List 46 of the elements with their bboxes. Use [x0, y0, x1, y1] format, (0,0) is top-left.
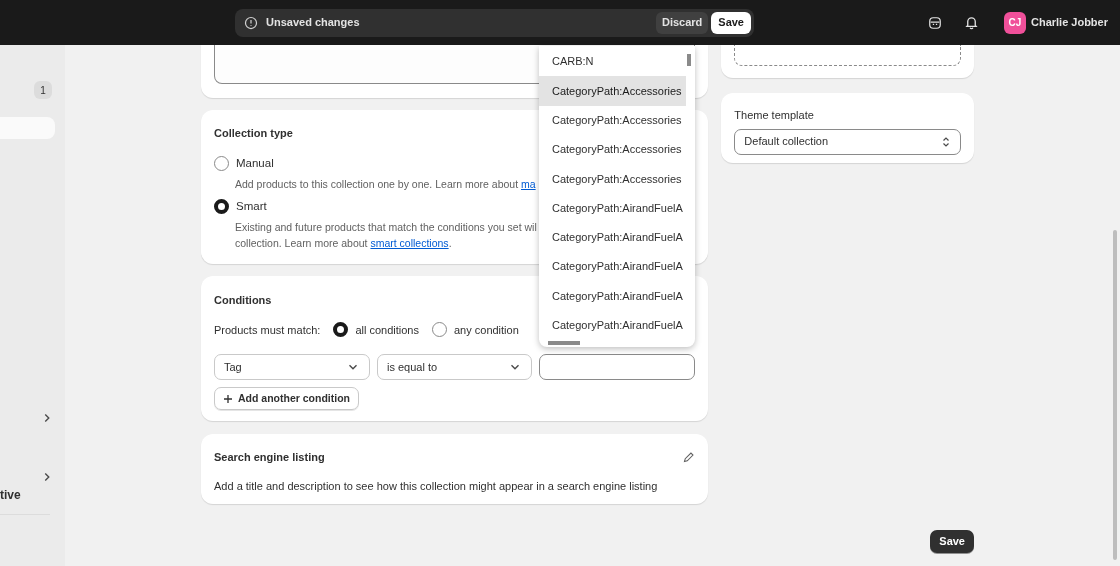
- unsaved-changes-label: Unsaved changes: [266, 15, 360, 31]
- radio-label[interactable]: any condition: [453, 321, 519, 338]
- media-drop-zone[interactable]: [734, 45, 961, 66]
- store-icon[interactable]: [927, 15, 942, 30]
- radio-button[interactable]: [431, 322, 447, 338]
- plus-icon: [223, 393, 233, 404]
- alert-icon: [244, 15, 258, 30]
- card-title: Conditions: [214, 293, 272, 308]
- discard-button[interactable]: Discard: [655, 11, 709, 34]
- radio-label[interactable]: Manual: [236, 154, 274, 172]
- match-label: Products must match:: [214, 322, 321, 338]
- option-description: Existing and future products that match the conditions you set wil collection. Learn more about smart collections.: [235, 220, 537, 251]
- field-label: Theme template: [734, 108, 815, 123]
- sidebar-item-label[interactable]: tive: [0, 486, 65, 504]
- bell-icon[interactable]: [963, 15, 979, 30]
- dropdown-option[interactable]: CategoryPath:AirandFuelA: [539, 222, 686, 253]
- dropdown-option[interactable]: CategoryPath:AirandFuelA: [539, 193, 686, 223]
- help-link[interactable]: ma: [521, 177, 536, 190]
- card-title: Search engine listing: [214, 450, 325, 465]
- count-badge: 1: [34, 81, 52, 99]
- scrollbar[interactable]: [1113, 230, 1117, 560]
- field-select[interactable]: Tag: [214, 354, 370, 380]
- radio-button[interactable]: [214, 155, 229, 171]
- value-field[interactable]: [539, 354, 695, 380]
- card-title: Collection type: [214, 126, 293, 141]
- radio-label[interactable]: Smart: [236, 197, 267, 215]
- dropdown-option[interactable]: CategoryPath:AirandFuelA: [539, 252, 686, 282]
- option-description: Add products to this collection one by one. Learn more about ma: [235, 176, 536, 192]
- radio-button[interactable]: [214, 198, 229, 214]
- add-condition-button[interactable]: Add another condition: [214, 387, 359, 410]
- user-name[interactable]: Charlie Jobber: [1030, 14, 1108, 31]
- dropdown-option[interactable]: CategoryPath:Accessories: [539, 76, 686, 106]
- pencil-icon[interactable]: [682, 450, 696, 464]
- save-button[interactable]: Save: [711, 11, 751, 34]
- radio-button[interactable]: [333, 322, 349, 338]
- save-button[interactable]: Save: [930, 530, 974, 553]
- template-select[interactable]: Default collection: [734, 128, 961, 155]
- dropdown-option[interactable]: CategoryPath:AirandFuelA: [539, 310, 686, 340]
- horizontal-scrollbar[interactable]: [548, 341, 580, 345]
- sort-arrows-icon: [941, 135, 951, 148]
- help-link[interactable]: smart collections: [370, 237, 449, 249]
- operator-select[interactable]: is equal to: [377, 354, 532, 380]
- vertical-scrollbar[interactable]: [687, 54, 691, 66]
- radio-label[interactable]: all conditions: [355, 321, 419, 338]
- listing-description: Add a title and description to see how this collection might appear in a search engine listing: [214, 478, 659, 494]
- dropdown-option[interactable]: CategoryPath:AirandFuelA: [539, 281, 686, 311]
